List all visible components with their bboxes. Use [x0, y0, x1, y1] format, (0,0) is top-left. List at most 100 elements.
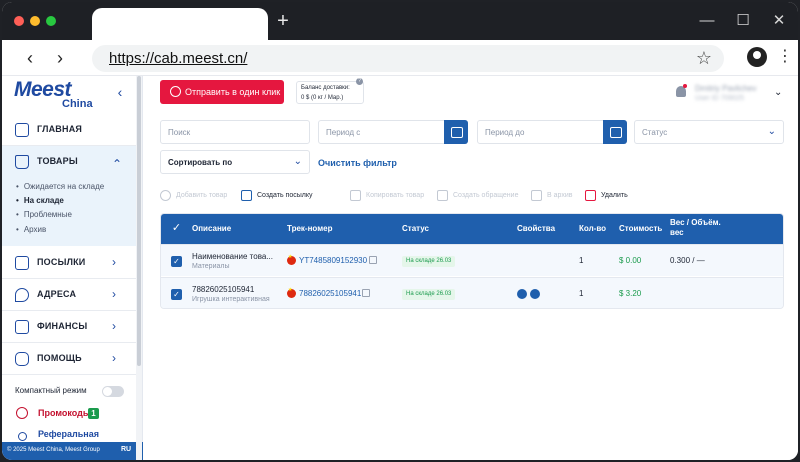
column-header[interactable]: Трек-номер: [287, 224, 332, 233]
calendar-icon[interactable]: [603, 120, 627, 144]
sidebar-scrollbar[interactable]: [136, 76, 142, 460]
sidebar-item-finance[interactable]: ФИНАНСЫ ›: [2, 311, 136, 343]
user-icon: [18, 432, 27, 441]
chevron-right-icon: ›: [112, 319, 116, 333]
collapse-sidebar-icon[interactable]: ‹: [112, 84, 128, 100]
send-one-click-button[interactable]: Отправить в один клик: [160, 80, 284, 104]
item-weight: 0.300 / —: [670, 256, 705, 265]
copy-icon[interactable]: [369, 256, 377, 264]
item-quantity: 1: [579, 256, 584, 265]
promo-codes-link[interactable]: Промокоды: [38, 408, 91, 418]
user-menu-chevron-icon[interactable]: ⌄: [774, 87, 782, 98]
item-category: Игрушка интерактивная: [192, 296, 270, 303]
balance-title: Баланс доставки:: [301, 85, 350, 91]
subitem-problem[interactable]: Проблемные: [16, 210, 72, 219]
column-header[interactable]: Свойства: [517, 224, 555, 233]
column-header[interactable]: Стоимость: [619, 224, 662, 233]
delivery-balance: Баланс доставки: 0 $ (0 кг / Мар.) ?: [296, 78, 364, 104]
copyright-text: © 2025 Meest China, Meest Group: [7, 447, 100, 453]
action-label: В архив: [547, 192, 573, 199]
trash-icon: [585, 190, 596, 201]
track-number-link[interactable]: 78826025105941: [299, 289, 361, 298]
main-content: Отправить в один клик Баланс доставки: 0…: [143, 76, 798, 460]
chevron-down-icon: ⌄: [767, 126, 776, 137]
chat-icon: [15, 352, 29, 366]
table-row[interactable]: ✓ Наименование това... Материалы YT74858…: [161, 244, 783, 276]
maximize-button[interactable]: ☐: [731, 10, 755, 32]
location-pin-icon: [15, 288, 29, 302]
china-flag-icon: [287, 287, 296, 298]
row-checkbox[interactable]: ✓: [171, 289, 182, 300]
browser-tab[interactable]: [92, 8, 268, 42]
url-text: https://cab.meest.cn/: [109, 50, 248, 67]
column-header[interactable]: Кол-во: [579, 224, 606, 233]
maximize-window-dot[interactable]: [46, 16, 56, 26]
meest-logo[interactable]: Meest China: [14, 78, 104, 110]
column-header[interactable]: Описание: [192, 224, 231, 233]
period-from-field[interactable]: Период с: [318, 120, 468, 144]
status-badge: На складе 26.03: [402, 256, 456, 267]
chevron-up-icon: ⌃: [112, 157, 123, 171]
new-tab-button[interactable]: +: [272, 10, 294, 32]
table-header: ✓ Описание Трек-номер Статус Свойства Ко…: [161, 214, 783, 244]
sidebar-item-label: АДРЕСА: [37, 289, 77, 299]
close-window-dot[interactable]: [14, 16, 24, 26]
minimize-button[interactable]: —: [695, 10, 719, 32]
subitem-in-warehouse[interactable]: На складе: [16, 196, 64, 205]
sidebar-item-goods[interactable]: ТОВАРЫ ⌃: [2, 146, 136, 178]
referral-link[interactable]: Реферальная: [38, 429, 99, 439]
item-price: $ 3.20: [619, 289, 642, 298]
minimize-window-dot[interactable]: [30, 16, 40, 26]
item-quantity: 1: [579, 289, 584, 298]
send-button-label: Отправить в один клик: [185, 87, 281, 97]
chevron-right-icon: ›: [112, 255, 116, 269]
column-header[interactable]: Вес / Объём. вес: [670, 218, 730, 238]
compact-mode-toggle[interactable]: [102, 386, 124, 397]
item-name: Наименование това...: [192, 252, 273, 261]
sidebar-item-help[interactable]: ПОМОЩЬ ›: [2, 343, 136, 375]
sidebar-item-addresses[interactable]: АДРЕСА ›: [2, 279, 136, 311]
user-name[interactable]: Dmitriy Pavlichev: [695, 84, 756, 93]
package-icon: [15, 256, 29, 270]
track-number-link[interactable]: YT7485809152930: [299, 256, 367, 265]
action-label: Копировать товар: [366, 192, 425, 199]
table-row[interactable]: ✓ 78826025105941 Игрушка интерактивная 7…: [161, 277, 783, 308]
status-placeholder: Статус: [642, 128, 668, 137]
period-to-field[interactable]: Период до: [477, 120, 627, 144]
status-select[interactable]: Статус ⌄: [634, 120, 784, 144]
language-switch[interactable]: RU: [121, 446, 131, 453]
subitem-expected[interactable]: Ожидается на складе: [16, 182, 104, 191]
browser-menu-icon[interactable]: ⋮: [777, 48, 793, 66]
close-button[interactable]: ✕: [767, 10, 791, 32]
calendar-icon[interactable]: [444, 120, 468, 144]
forward-button[interactable]: ›: [49, 48, 71, 70]
sidebar-item-parcels[interactable]: ПОСЫЛКИ ›: [2, 247, 136, 279]
sidebar-item-label: ГЛАВНАЯ: [37, 124, 83, 134]
action-label: Создать обращение: [453, 192, 519, 199]
notification-bell-icon[interactable]: [676, 84, 687, 97]
compact-mode-label: Компактный режим: [15, 386, 87, 395]
column-header[interactable]: Статус: [402, 224, 429, 233]
sidebar-item-label: ПОМОЩЬ: [37, 353, 82, 363]
clear-filter-link[interactable]: Очистить фильтр: [318, 158, 397, 168]
help-icon[interactable]: ?: [356, 78, 363, 85]
chevron-right-icon: ›: [112, 287, 116, 301]
period-from-placeholder: Период с: [326, 128, 361, 137]
select-all-checkbox[interactable]: ✓: [171, 223, 182, 234]
sidebar-footer: © 2025 Meest China, Meest Group RU: [2, 442, 143, 460]
url-field[interactable]: https://cab.meest.cn/ ☆: [92, 45, 724, 72]
china-flag-icon: [287, 254, 296, 265]
row-checkbox[interactable]: ✓: [171, 256, 182, 267]
browser-titlebar: + — ☐ ✕: [2, 2, 798, 42]
subitem-archive[interactable]: Архив: [16, 225, 46, 234]
copy-icon[interactable]: [362, 289, 370, 297]
sort-select[interactable]: Сортировать по ⌄: [160, 150, 310, 174]
sidebar-item-label: ФИНАНСЫ: [37, 321, 88, 331]
profile-icon[interactable]: [747, 47, 767, 67]
balance-value: 0 $ (0 кг / Мар.): [301, 95, 344, 101]
bookmark-star-icon[interactable]: ☆: [696, 48, 712, 69]
archive-icon: [531, 190, 542, 201]
search-input[interactable]: Поиск: [160, 120, 310, 144]
sidebar-item-home[interactable]: ГЛАВНАЯ: [2, 114, 136, 146]
back-button[interactable]: ‹: [19, 48, 41, 70]
